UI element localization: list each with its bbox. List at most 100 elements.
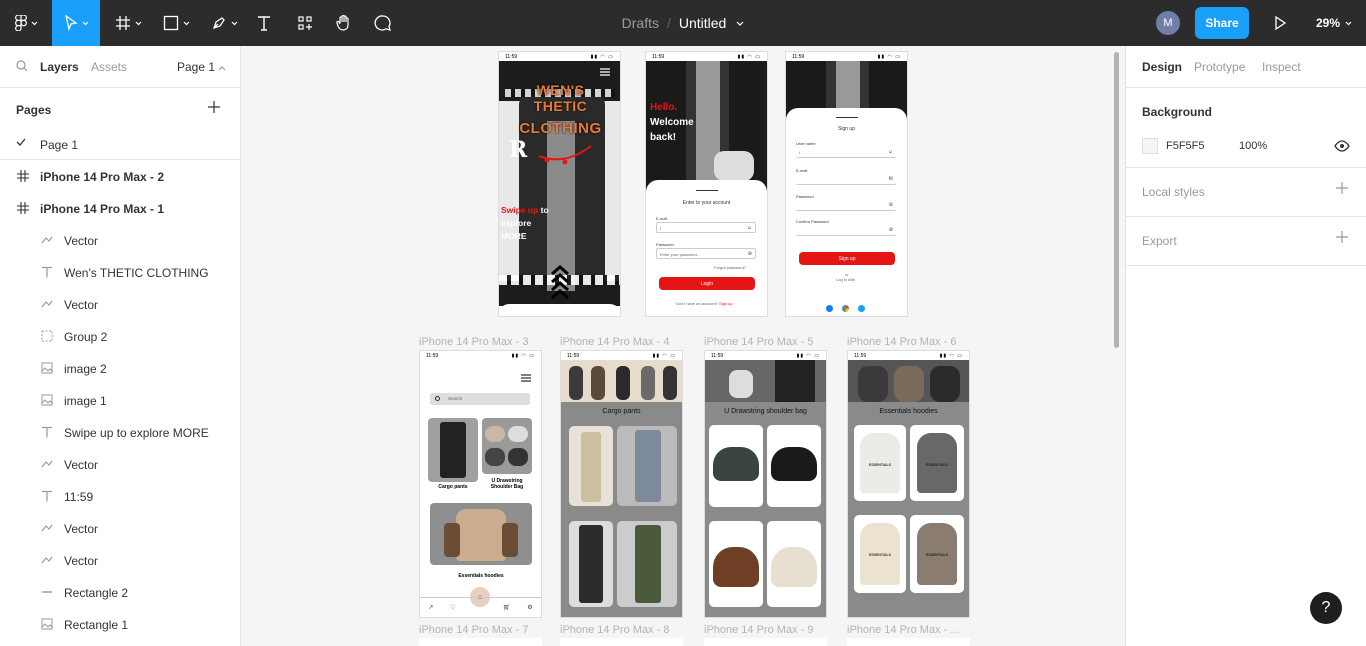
chevrons-up-icon[interactable] — [550, 264, 570, 300]
username-field[interactable]: I ☺ — [796, 147, 896, 158]
frame-label-10[interactable]: iPhone 14 Pro Max - ... — [847, 624, 960, 636]
trending-icon[interactable]: ↗ — [428, 604, 433, 611]
pen-tool-button[interactable] — [204, 0, 244, 46]
hoodie-tile-1[interactable]: ESSENTIALS — [854, 425, 906, 501]
tab-assets[interactable]: Assets — [91, 60, 127, 74]
signup-button[interactable]: Sign up — [799, 252, 895, 265]
frame-iphone-3-home[interactable]: 11:59 ▮▮ ◠ ▭ Search Cargo pants U Drawstr… — [419, 350, 542, 618]
layer-row[interactable]: iPhone 14 Pro Max - 1 — [0, 192, 240, 224]
frame-iphone-6-hoodies[interactable]: 11:59 ▮▮ ◠ ▭ Essentials hoodies ESSENTIAL… — [847, 350, 970, 618]
bag-tile-2[interactable] — [767, 425, 821, 507]
layer-row[interactable]: Rectangle 1 — [0, 608, 240, 640]
background-color-swatch[interactable] — [1142, 138, 1158, 154]
frame-iphone-5-bags[interactable]: 11:59 ▮▮ ◠ ▭ U Drawstring shoulder bag — [704, 350, 827, 618]
layer-row[interactable]: Vector — [0, 448, 240, 480]
page-selector[interactable]: Page 1 — [177, 60, 226, 74]
avatar[interactable]: M — [1156, 11, 1180, 35]
canvas-scrollbar[interactable] — [1114, 52, 1119, 348]
frame-iphone-10-preview[interactable] — [847, 638, 970, 646]
forgot-password-link[interactable]: Forgot password? — [714, 265, 746, 270]
text-tool-button[interactable] — [252, 0, 276, 46]
tab-inspect[interactable]: Inspect — [1262, 60, 1301, 74]
bag-tile-4[interactable] — [767, 521, 821, 607]
main-menu-button[interactable] — [8, 0, 44, 46]
heart-icon[interactable]: ♡ — [450, 604, 455, 611]
breadcrumb-drafts-link[interactable]: Drafts — [622, 15, 659, 31]
frame-label-6[interactable]: iPhone 14 Pro Max - 6 — [847, 336, 956, 348]
layer-row[interactable]: image 1 — [0, 384, 240, 416]
search-icon[interactable] — [16, 60, 28, 72]
frame-label-3[interactable]: iPhone 14 Pro Max - 3 — [419, 336, 528, 348]
twitter-icon[interactable] — [858, 305, 865, 312]
hoodies-card[interactable] — [430, 503, 532, 565]
add-export-button[interactable] — [1336, 231, 1348, 243]
hamburger-menu-icon[interactable] — [521, 374, 531, 382]
layer-row[interactable]: 11:59 — [0, 480, 240, 512]
file-title[interactable]: Untitled — [679, 15, 726, 31]
layer-row[interactable]: Rectangle 2 — [0, 576, 240, 608]
facebook-icon[interactable] — [826, 305, 833, 312]
tab-layers[interactable]: Layers — [40, 60, 79, 74]
page-item-page-1[interactable]: Page 1 — [0, 128, 240, 160]
search-input[interactable]: Search — [430, 393, 530, 405]
resources-tool-button[interactable] — [290, 0, 320, 46]
bag-tile-1[interactable] — [709, 425, 763, 507]
layer-row[interactable]: Vector — [0, 512, 240, 544]
frame-iphone-7-preview[interactable] — [419, 638, 542, 646]
signup-password-field[interactable]: ⊘ — [796, 200, 896, 211]
hand-tool-button[interactable] — [330, 0, 358, 46]
cargo-tile-3[interactable] — [569, 521, 613, 607]
frame-iphone-4-cargo[interactable]: 11:59 ▮▮ ◠ ▭ Cargo pants — [560, 350, 683, 618]
add-page-button[interactable] — [207, 100, 221, 114]
present-button[interactable] — [1268, 11, 1292, 35]
signup-email-field[interactable]: ✉ — [796, 174, 896, 185]
eye-icon[interactable] — [1334, 140, 1350, 152]
layer-row[interactable]: iPhone 14 Pro Max - 2 — [0, 160, 240, 192]
frame-label-4[interactable]: iPhone 14 Pro Max - 4 — [560, 336, 669, 348]
frame-tool-button[interactable] — [108, 0, 148, 46]
settings-icon[interactable]: ⚙ — [527, 604, 532, 611]
signup-link[interactable]: Sign up — [719, 301, 733, 306]
add-style-button[interactable] — [1336, 182, 1348, 194]
layer-row[interactable]: Vector — [0, 224, 240, 256]
password-field[interactable]: Enter your password... ⊘ — [656, 248, 756, 259]
layer-row[interactable]: Vector — [0, 288, 240, 320]
frame-iphone-2[interactable]: 11:59 ▮▮ ◠ ▭ R WEN'S THETIC CLOTHING Swip… — [498, 51, 621, 317]
background-hex-input[interactable]: F5F5F5 — [1166, 140, 1205, 152]
hoodie-tile-3[interactable]: ESSENTIALS — [854, 515, 906, 593]
bag-tile-3[interactable] — [709, 521, 763, 607]
layer-row[interactable]: Wen's THETIC CLOTHING — [0, 256, 240, 288]
layer-row[interactable]: Group 2 — [0, 320, 240, 352]
bag-card[interactable] — [482, 418, 532, 474]
cargo-tile-4[interactable] — [617, 521, 677, 607]
background-opacity-input[interactable]: 100% — [1239, 140, 1267, 152]
layer-row[interactable]: Vector — [0, 544, 240, 576]
frame-label-9[interactable]: iPhone 14 Pro Max - 9 — [704, 624, 813, 636]
help-button[interactable]: ? — [1310, 592, 1342, 624]
share-button[interactable]: Share — [1195, 7, 1249, 39]
tab-prototype[interactable]: Prototype — [1194, 60, 1245, 74]
frame-iphone-8-preview[interactable] — [560, 638, 683, 646]
google-icon[interactable] — [842, 305, 849, 312]
confirm-password-field[interactable]: ⊘ — [796, 225, 896, 236]
cargo-pants-card[interactable] — [428, 418, 478, 482]
hoodie-tile-4[interactable]: ESSENTIALS — [910, 515, 964, 593]
design-canvas[interactable]: 11:59 ▮▮ ◠ ▭ R WEN'S THETIC CLOTHING Swip… — [241, 46, 1125, 646]
comment-tool-button[interactable] — [370, 0, 396, 46]
cargo-tile-1[interactable] — [569, 426, 613, 506]
frame-label-8[interactable]: iPhone 14 Pro Max - 8 — [560, 624, 669, 636]
frame-login[interactable]: 11:59 ▮▮ ◠ ▭ Hello. Welcome back! Enter t… — [645, 51, 768, 317]
frame-label-7[interactable]: iPhone 14 Pro Max - 7 — [419, 624, 528, 636]
frame-signup[interactable]: 11:59 ▮▮ ◠ ▭ Sign up User name I ☺ E-mail … — [785, 51, 908, 317]
frame-label-5[interactable]: iPhone 14 Pro Max - 5 — [704, 336, 813, 348]
login-button[interactable]: Login — [659, 277, 755, 290]
frame-iphone-9-preview[interactable] — [704, 638, 827, 646]
cart-icon[interactable]: 🛒︎ — [503, 604, 511, 611]
move-tool-button[interactable] — [52, 0, 100, 46]
layer-row[interactable]: Swipe up to explore MORE — [0, 416, 240, 448]
tab-design[interactable]: Design — [1142, 60, 1182, 74]
email-field[interactable]: I ☺ — [656, 222, 756, 233]
hoodie-tile-2[interactable]: ESSENTIALS — [910, 425, 964, 501]
chevron-down-icon[interactable] — [736, 21, 744, 26]
shape-tool-button[interactable] — [156, 0, 196, 46]
